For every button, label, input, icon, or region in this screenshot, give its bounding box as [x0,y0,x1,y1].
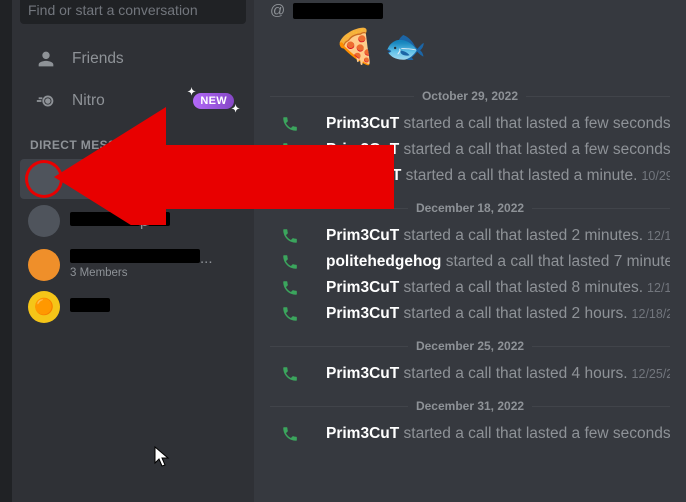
call-text: ██████T started a call that lasted a min… [326,167,670,185]
call-text: Prim3CuT started a call that lasted 8 mi… [326,279,670,297]
phone-icon [270,141,310,159]
phone-icon [270,167,310,185]
emoji-row: 🍕 🐟 [254,23,686,77]
mention-row: @ [254,2,686,23]
dm-name [70,298,238,316]
phone-icon [270,253,310,271]
phone-icon [270,365,310,383]
search-input[interactable]: Find or start a conversation [20,0,246,24]
nav-nitro-label: Nitro [72,92,193,110]
call-text: Prim3CuT started a call that lasted 4 ho… [326,365,670,383]
server-sidebar [0,0,12,502]
call-row: Prim3CuT started a call that lasted 2 mi… [254,223,686,249]
dm-name: p [70,212,238,230]
dm-item[interactable]: 🟠 [20,287,246,327]
call-text: Prim3CuT started a call that lasted 2 ho… [326,305,670,323]
call-row: Prim3CuT started a call that lasted 4 ho… [254,361,686,387]
phone-icon [270,227,310,245]
nav-nitro[interactable]: Nitro ✦ NEW ✦ [20,82,246,120]
pizza-emoji: 🍕 [334,27,376,67]
dm-section-header: DIRECT MESSAGES [12,122,254,158]
nav-friends[interactable]: Friends [20,40,246,78]
call-row: Prim3CuT started a call that lasted 2 ho… [254,301,686,327]
dm-item[interactable] [20,159,246,199]
dm-name: ... [70,249,238,267]
call-text: Prim3CuT started a call that lasted a fe… [326,115,670,133]
call-row: ██████T started a call that lasted a min… [254,163,686,189]
new-badge: ✦ NEW ✦ [193,93,234,109]
avatar: 🟠 [28,291,60,323]
dm-item[interactable]: p [20,201,246,241]
dm-name [70,170,238,188]
main-chat: @ 🍕 🐟 October 29, 2022 Prim3CuT started … [254,0,686,502]
date-divider: December 25, 2022 [270,339,670,353]
call-row: Prim3CuT started a call that lasted 8 mi… [254,275,686,301]
call-row: Prim3CuT started a call that lasted a fe… [254,137,686,163]
call-row: Prim3CuT started a call that lasted a fe… [254,111,686,137]
phone-icon [270,279,310,297]
nav-friends-label: Friends [72,50,234,68]
fish-emoji: 🐟 [384,27,426,67]
phone-icon [270,305,310,323]
dm-subtitle: 3 Members [70,267,238,279]
call-text: Prim3CuT started a call that lasted a fe… [326,425,670,443]
call-text: politehedgehog started a call that laste… [326,253,670,271]
avatar [28,163,60,195]
date-divider: October 29, 2022 [270,89,670,103]
phone-icon [270,115,310,133]
phone-icon [270,425,310,443]
call-text: Prim3CuT started a call that lasted a fe… [326,141,670,159]
date-divider: December 31, 2022 [270,399,670,413]
avatar [28,205,60,237]
date-divider: December 18, 2022 [270,201,670,215]
dm-item[interactable]: ... 3 Members [20,243,246,285]
channel-list: Find or start a conversation Friends Nit… [12,0,254,502]
nitro-icon [32,90,60,112]
call-row: Prim3CuT started a call that lasted a fe… [254,421,686,447]
at-symbol: @ [270,2,285,19]
avatar [28,249,60,281]
friends-icon [32,48,60,70]
call-text: Prim3CuT started a call that lasted 2 mi… [326,227,670,245]
call-row: politehedgehog started a call that laste… [254,249,686,275]
